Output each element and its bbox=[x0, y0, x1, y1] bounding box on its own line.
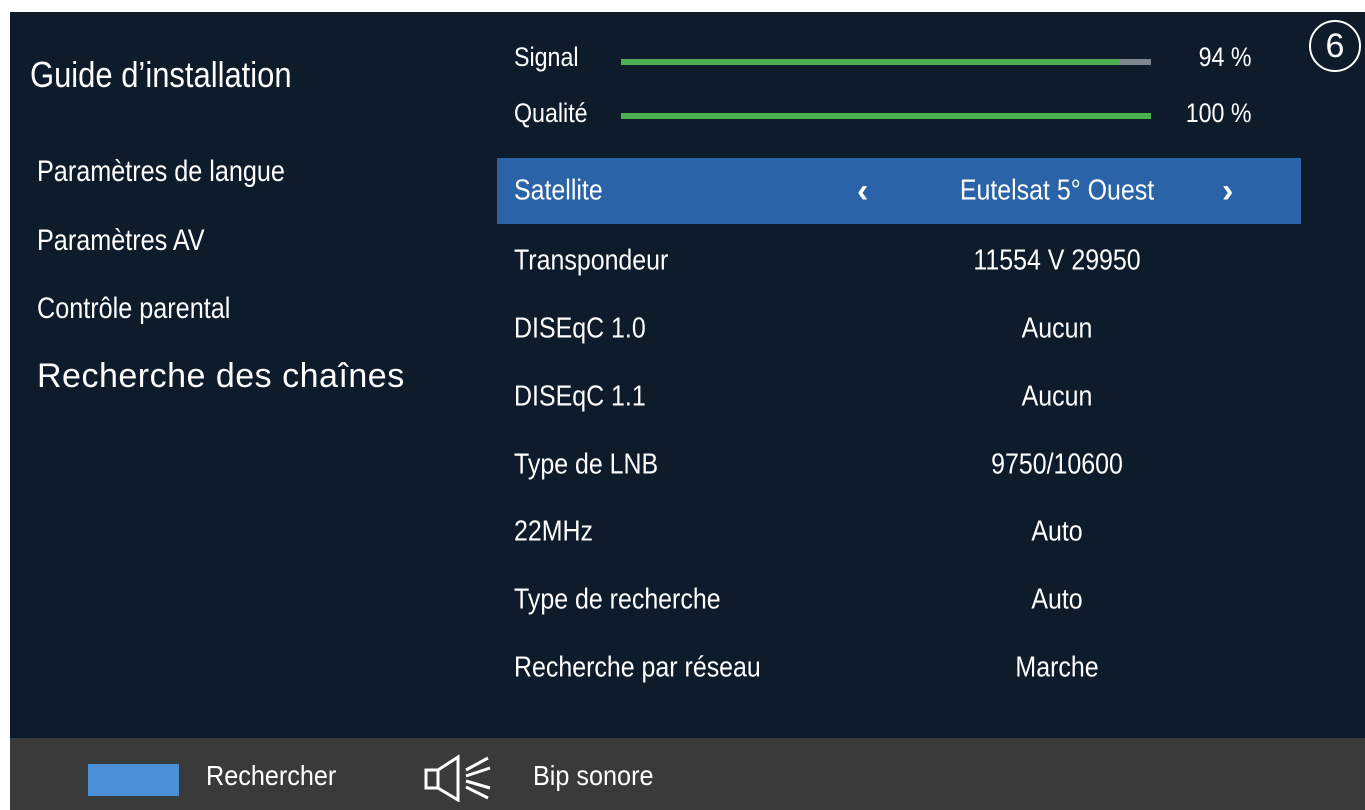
menu-title: Guide d’installation bbox=[30, 54, 292, 95]
menu-item-parental[interactable]: Contrôle parental bbox=[37, 292, 230, 326]
menu-item-av[interactable]: Paramètres AV bbox=[37, 224, 205, 258]
menu-item-language[interactable]: Paramètres de langue bbox=[37, 155, 285, 189]
setting-row-diseqc-10[interactable]: DISEqC 1.0 Aucun bbox=[497, 296, 1301, 362]
setting-label: DISEqC 1.0 bbox=[514, 312, 646, 345]
setting-label: DISEqC 1.1 bbox=[514, 380, 646, 413]
setting-value: Auto bbox=[1031, 515, 1083, 548]
quality-meter-fill bbox=[621, 113, 1151, 119]
setting-label: Satellite bbox=[514, 174, 603, 207]
setting-row-22mhz[interactable]: 22MHz Auto bbox=[497, 499, 1301, 565]
setting-value: Aucun bbox=[1021, 312, 1093, 345]
setting-value: Eutelsat 5° Ouest bbox=[959, 174, 1155, 207]
signal-value: 94 % bbox=[1199, 42, 1252, 72]
setting-row-transponder[interactable]: Transpondeur 11554 V 29950 bbox=[497, 228, 1301, 294]
setting-label: Type de LNB bbox=[514, 448, 659, 481]
signal-meter bbox=[621, 59, 1151, 65]
menu-item-channel-search[interactable]: Recherche des chaînes bbox=[37, 357, 405, 396]
setting-row-network-search[interactable]: Recherche par réseau Marche bbox=[497, 635, 1301, 701]
quality-meter bbox=[621, 113, 1151, 119]
signal-meter-fill bbox=[621, 59, 1120, 65]
quality-value: 100 % bbox=[1186, 98, 1252, 128]
speaker-icon bbox=[424, 754, 491, 802]
setting-label: Type de recherche bbox=[514, 583, 721, 616]
chevron-left-icon[interactable]: ‹ bbox=[857, 174, 868, 208]
setting-row-satellite[interactable]: Satellite ‹ Eutelsat 5° Ouest › bbox=[497, 158, 1301, 224]
setting-value: Aucun bbox=[1021, 380, 1093, 413]
chevron-right-icon[interactable]: › bbox=[1222, 174, 1233, 208]
setting-value: Marche bbox=[1015, 651, 1099, 684]
page-number-badge: 6 bbox=[1309, 20, 1361, 72]
signal-label: Signal bbox=[514, 42, 579, 72]
setting-value: 9750/10600 bbox=[991, 448, 1123, 481]
search-key-label: Rechercher bbox=[206, 760, 337, 791]
setting-label: 22MHz bbox=[514, 515, 593, 548]
setting-row-lnb-type[interactable]: Type de LNB 9750/10600 bbox=[497, 432, 1301, 498]
setting-value: Auto bbox=[1031, 583, 1083, 616]
bottom-help-bar: Rechercher Bip sonore bbox=[10, 738, 1365, 810]
blue-key-icon bbox=[88, 764, 179, 796]
setting-value: 11554 V 29950 bbox=[973, 244, 1141, 277]
setting-label: Recherche par réseau bbox=[514, 651, 761, 684]
quality-label: Qualité bbox=[514, 98, 588, 128]
tv-screen: 6 Guide d’installation Paramètres de lan… bbox=[10, 12, 1365, 810]
setting-row-search-type[interactable]: Type de recherche Auto bbox=[497, 567, 1301, 633]
setting-row-diseqc-11[interactable]: DISEqC 1.1 Aucun bbox=[497, 364, 1301, 430]
beep-label: Bip sonore bbox=[533, 760, 654, 791]
setting-label: Transpondeur bbox=[514, 244, 669, 277]
